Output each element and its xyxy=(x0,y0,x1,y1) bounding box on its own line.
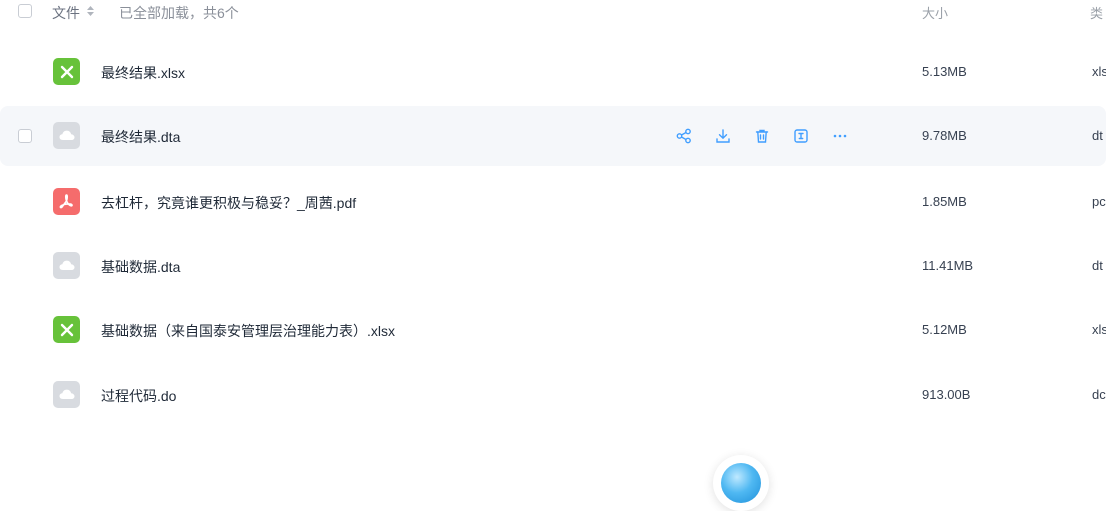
file-type: dt xyxy=(1092,128,1103,143)
pdf-file-icon xyxy=(53,188,80,215)
file-size: 913.00B xyxy=(922,387,971,402)
row-checkbox[interactable] xyxy=(18,129,32,143)
sort-icon[interactable] xyxy=(87,6,94,16)
file-row[interactable]: 最终结果.xlsx 5.13MB xls xyxy=(0,42,1106,102)
file-row[interactable]: 最终结果.dta 9.78MB dt xyxy=(0,106,1106,166)
file-type: pc xyxy=(1092,194,1106,209)
file-row[interactable]: 过程代码.do 913.00B dc xyxy=(0,365,1106,425)
file-name[interactable]: 最终结果.xlsx xyxy=(101,63,185,83)
share-icon[interactable] xyxy=(675,127,693,145)
cloud-file-icon xyxy=(53,381,80,408)
cloud-file-icon xyxy=(53,252,80,279)
file-row[interactable]: 基础数据.dta 11.41MB dt xyxy=(0,236,1106,296)
file-list-header: 文件 已全部加载，共6个 大小 类 xyxy=(0,0,1106,26)
assistant-float-button[interactable] xyxy=(713,455,769,511)
select-all-checkbox[interactable] xyxy=(18,4,32,18)
cloud-file-icon xyxy=(53,122,80,149)
excel-file-icon xyxy=(53,316,80,343)
rename-icon[interactable] xyxy=(792,127,810,145)
file-name[interactable]: 过程代码.do xyxy=(101,386,176,406)
file-row[interactable]: 基础数据（来自国泰安管理层治理能力表）.xlsx 5.12MB xls xyxy=(0,300,1106,360)
download-icon[interactable] xyxy=(714,127,732,145)
size-column-header[interactable]: 大小 xyxy=(922,3,948,22)
file-size: 5.12MB xyxy=(922,322,967,337)
loaded-status: 已全部加载，共6个 xyxy=(119,5,239,21)
delete-icon[interactable] xyxy=(753,127,771,145)
assistant-orb-icon xyxy=(721,463,761,503)
file-type: xls xyxy=(1092,322,1106,337)
file-size: 11.41MB xyxy=(922,258,974,273)
row-actions xyxy=(675,127,870,145)
file-size: 9.78MB xyxy=(922,128,967,143)
file-type: dt xyxy=(1092,258,1103,273)
type-column-header[interactable]: 类 xyxy=(1090,3,1103,22)
file-size: 1.85MB xyxy=(922,194,967,209)
file-name[interactable]: 去杠杆，究竟谁更积极与稳妥？_周茜.pdf xyxy=(101,193,356,213)
file-name[interactable]: 基础数据（来自国泰安管理层治理能力表）.xlsx xyxy=(101,321,395,341)
file-size: 5.13MB xyxy=(922,64,967,79)
file-name[interactable]: 最终结果.dta xyxy=(101,127,180,147)
file-row[interactable]: 去杠杆，究竟谁更积极与稳妥？_周茜.pdf 1.85MB pc xyxy=(0,172,1106,232)
more-icon[interactable] xyxy=(831,127,849,145)
file-column-header[interactable]: 文件 xyxy=(52,3,80,23)
file-type: xls xyxy=(1092,64,1106,79)
file-type: dc xyxy=(1092,387,1106,402)
excel-file-icon xyxy=(53,58,80,85)
file-name[interactable]: 基础数据.dta xyxy=(101,257,180,277)
